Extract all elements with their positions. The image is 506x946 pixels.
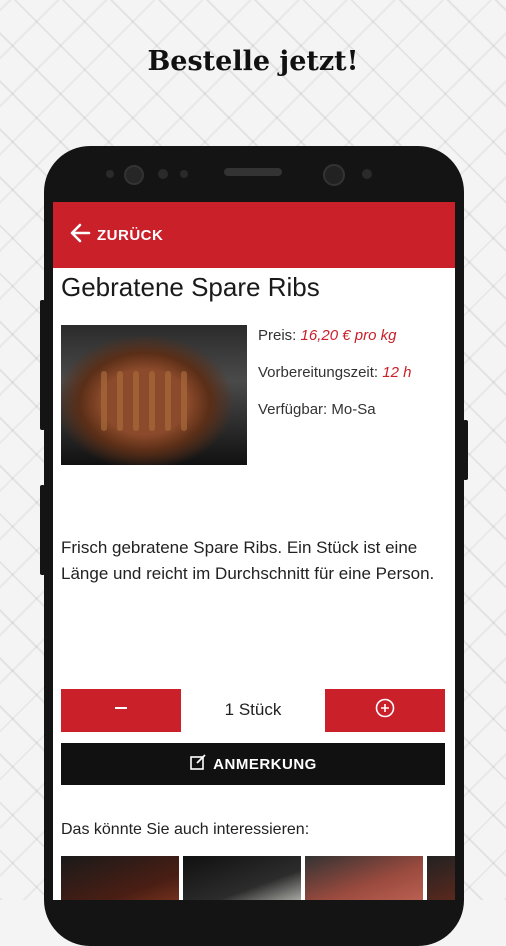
arrow-left-icon [69, 222, 91, 249]
price-value: 16,20 € pro kg [300, 327, 397, 344]
quantity-value: 1 Stück [224, 700, 282, 719]
back-button[interactable]: ZURÜCK [69, 222, 163, 249]
related-item[interactable] [305, 856, 423, 900]
related-item[interactable] [61, 856, 179, 900]
front-camera [323, 164, 345, 186]
sensor-dot [180, 170, 188, 178]
power-button [463, 420, 468, 480]
app-bar: ZURÜCK [53, 202, 455, 268]
sensor-dot [158, 169, 168, 179]
earpiece-speaker [224, 168, 282, 176]
price-label: Preis: [258, 327, 297, 344]
related-item[interactable] [427, 856, 455, 900]
product-description: Frisch gebratene Spare Ribs. Ein Stück i… [61, 538, 435, 583]
related-item[interactable] [183, 856, 301, 900]
edit-icon [189, 753, 207, 775]
price-row: Preis: 16,20 € pro kg [258, 327, 396, 344]
headline: Bestelle jetzt! [147, 46, 359, 77]
prep-value: 12 h [382, 364, 412, 381]
related-title: Das könnte Sie auch interessieren: [61, 821, 310, 838]
iris-sensor [124, 165, 144, 185]
bixby-button [40, 485, 45, 575]
volume-button [40, 300, 45, 430]
note-button[interactable]: ANMERKUNG [61, 743, 445, 785]
availability: Verfügbar: Mo-Sa [258, 401, 376, 418]
prep-label: Vorbereitungszeit: [258, 364, 379, 381]
plus-circle-icon [375, 698, 395, 723]
product-title: Gebratene Spare Ribs [61, 272, 320, 302]
app-screen: ZURÜCK Gebratene Spare Ribs Preis: 16,20… [53, 202, 455, 900]
increase-quantity-button[interactable] [325, 689, 445, 732]
decrease-quantity-button[interactable] [61, 689, 181, 732]
note-label: ANMERKUNG [213, 755, 317, 773]
sensor-dot [362, 169, 372, 179]
prep-row: Vorbereitungszeit: 12 h [258, 364, 411, 381]
minus-icon [113, 700, 129, 721]
product-image [61, 325, 247, 465]
back-label: ZURÜCK [97, 226, 164, 244]
sensor-dot [106, 170, 114, 178]
